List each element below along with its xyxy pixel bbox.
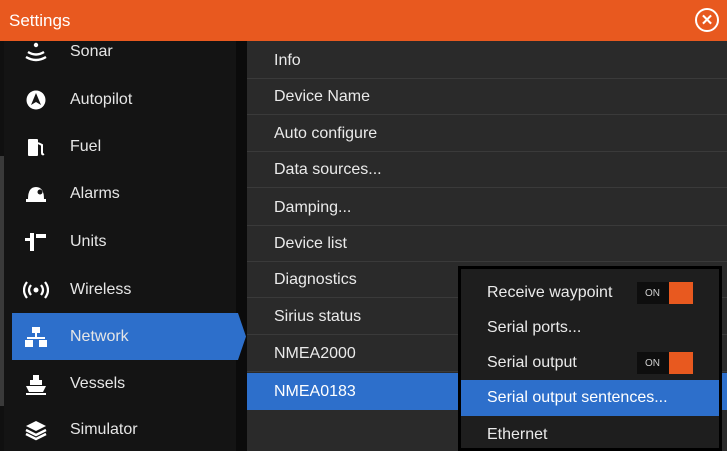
toggle-state-label: ON — [645, 357, 660, 369]
toggle-knob — [669, 352, 693, 374]
sidebar-item-label: Sonar — [70, 43, 113, 60]
sidebar-item-label: Vessels — [70, 374, 126, 392]
list-item-data-sources[interactable]: Data sources... — [247, 152, 727, 188]
list-item-label: NMEA2000 — [274, 344, 356, 362]
list-item-label: Device Name — [274, 87, 371, 105]
vessels-icon — [18, 370, 54, 398]
sidebar-item-label: Wireless — [70, 280, 132, 298]
sidebar-item-label: Network — [70, 327, 129, 345]
alarm-icon — [18, 180, 54, 208]
simulator-icon — [18, 416, 54, 444]
sonar-icon — [18, 38, 54, 66]
network-icon — [18, 323, 54, 351]
list-item-damping[interactable]: Damping... — [247, 190, 727, 226]
toggle-knob — [669, 282, 693, 304]
menu-item-serial-output-sentences[interactable]: Serial output sentences... — [461, 380, 719, 416]
sidebar-item-units[interactable]: Units — [12, 218, 242, 265]
list-item-device-list[interactable]: Device list — [247, 226, 727, 262]
fuel-icon — [18, 133, 54, 161]
list-item-label: Data sources... — [274, 160, 382, 178]
sidebar-item-label: Alarms — [70, 184, 120, 202]
wireless-icon — [18, 276, 54, 304]
sidebar-item-wireless[interactable]: Wireless — [12, 266, 242, 313]
menu-item-label: Receive waypoint — [487, 284, 613, 301]
sidebar-scrollbar-thumb[interactable] — [0, 156, 4, 406]
units-icon — [18, 228, 54, 256]
close-icon[interactable]: ✕ — [695, 8, 719, 32]
autopilot-icon — [18, 86, 54, 114]
menu-item-serial-ports[interactable]: Serial ports... — [461, 311, 719, 345]
menu-item-label: Serial output sentences... — [487, 389, 668, 406]
list-item-label: Diagnostics — [274, 270, 357, 288]
menu-item-ethernet[interactable]: Ethernet — [461, 418, 719, 451]
list-item-label: Info — [274, 51, 301, 69]
sidebar-item-vessels[interactable]: Vessels — [12, 360, 242, 407]
sidebar-item-label: Simulator — [70, 420, 138, 438]
serial-output-toggle[interactable]: ON — [637, 352, 693, 374]
sidebar-scrollbar[interactable] — [0, 41, 4, 451]
sidebar-item-label: Units — [70, 232, 107, 250]
menu-item-serial-output[interactable]: Serial output ON — [461, 345, 719, 381]
toggle-state-label: ON — [645, 287, 660, 299]
receive-waypoint-toggle[interactable]: ON — [637, 282, 693, 304]
list-item-device-name[interactable]: Device Name — [247, 79, 727, 115]
list-item-auto-configure[interactable]: Auto configure — [247, 116, 727, 152]
sidebar-item-alarms[interactable]: Alarms — [12, 170, 242, 217]
list-item-label: Damping... — [274, 198, 352, 216]
menu-item-label: Ethernet — [487, 426, 548, 443]
list-item-label: Device list — [274, 234, 347, 252]
list-item-info[interactable]: Info — [247, 43, 727, 79]
nmea0183-popup-menu: Receive waypoint ON Serial ports... Seri… — [458, 266, 722, 451]
list-item-label: NMEA0183 — [274, 382, 356, 400]
sidebar-item-fuel[interactable]: Fuel — [12, 123, 242, 170]
menu-item-receive-waypoint[interactable]: Receive waypoint ON — [461, 275, 719, 311]
menu-item-label: Serial ports... — [487, 319, 582, 336]
sidebar-item-sonar[interactable]: Sonar — [12, 30, 242, 74]
sidebar-item-label: Fuel — [70, 137, 102, 155]
sidebar-item-autopilot[interactable]: Autopilot — [12, 76, 242, 123]
list-item-label: Auto configure — [274, 124, 378, 142]
window-title: Settings — [9, 10, 71, 30]
list-item-label: Sirius status — [274, 307, 362, 325]
sidebar-item-network[interactable]: Network — [12, 313, 246, 360]
sidebar-item-simulator[interactable]: Simulator — [12, 408, 242, 451]
menu-item-label: Serial output — [487, 354, 577, 371]
sidebar-item-label: Autopilot — [70, 90, 133, 108]
